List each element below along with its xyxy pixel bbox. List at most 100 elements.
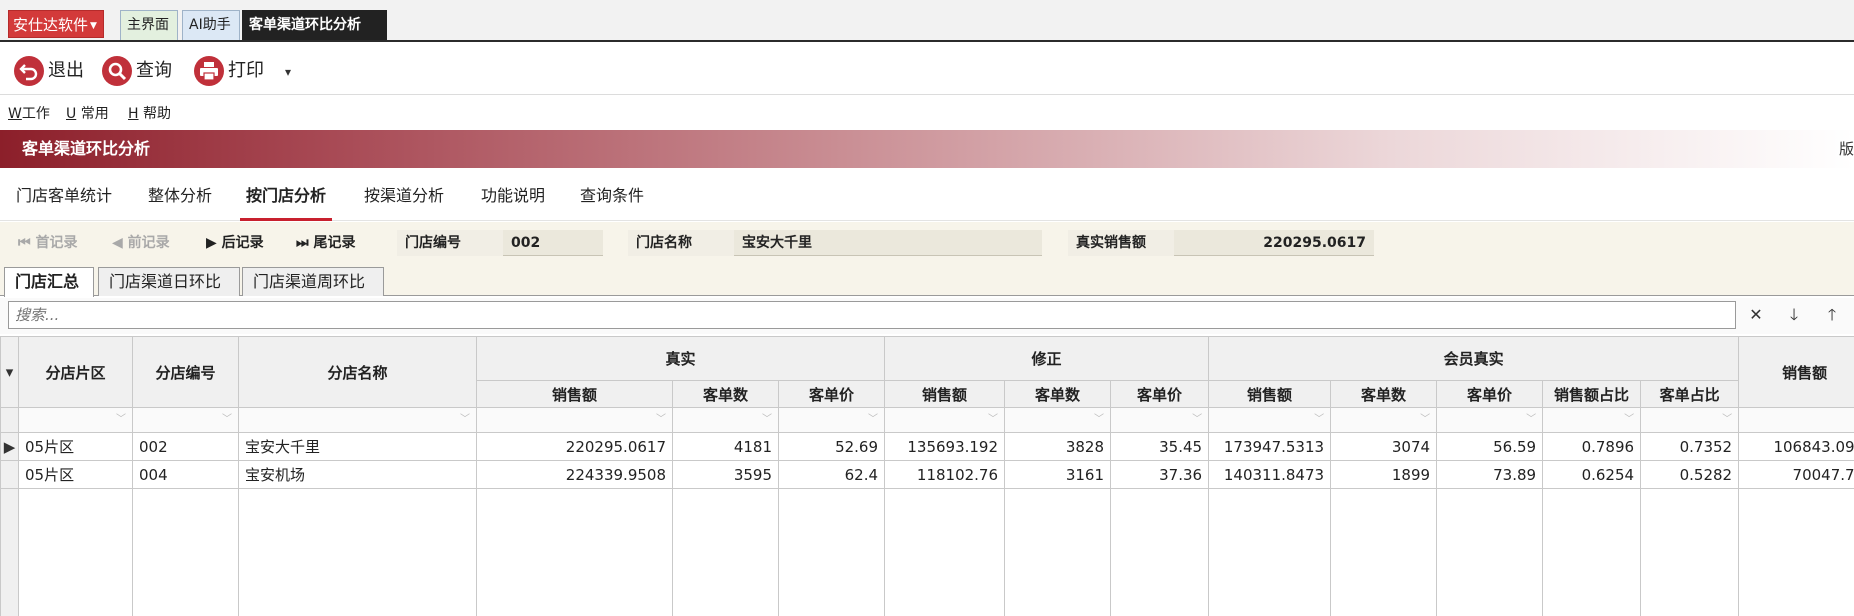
table-row[interactable]: 05片区 004 宝安机场 224339.9508 3595 62.4 1181… — [0, 460, 1854, 489]
tab-ai-assistant[interactable]: AI助手 — [182, 10, 240, 40]
cell-extra-sales[interactable]: 106843.092 — [1738, 432, 1854, 461]
filter-cell[interactable]: ﹀ — [1330, 407, 1438, 433]
header-store-name[interactable]: 分店名称 — [238, 336, 477, 408]
filter-cell[interactable]: ﹀ — [132, 407, 239, 433]
cell-fix-sales[interactable]: 135693.192 — [884, 432, 1006, 461]
filter-dropdown-icon: ﹀ — [1722, 414, 1733, 425]
exit-button[interactable]: 退出 — [14, 55, 84, 87]
header-district[interactable]: 分店片区 — [18, 336, 133, 408]
analysis-tabs: 门店客单统计 整体分析 按门店分析 按渠道分析 功能说明 查询条件 — [0, 170, 1854, 221]
cell-member-count[interactable]: 3074 — [1330, 432, 1438, 461]
cell-member-sales[interactable]: 173947.5313 — [1208, 432, 1332, 461]
cell-member-price[interactable]: 56.59 — [1436, 432, 1544, 461]
filter-cell[interactable]: ﹀ — [1738, 407, 1854, 433]
cell-real-price[interactable]: 62.4 — [777, 460, 886, 489]
sales-label: 真实销售额 — [1068, 230, 1174, 256]
empty-cell — [18, 488, 133, 616]
filter-cell[interactable]: ﹀ — [18, 407, 133, 433]
next-match-icon[interactable]: 🡓 — [1784, 304, 1804, 326]
cell-real-sales[interactable]: 220295.0617 — [476, 432, 673, 461]
row-indicator-header[interactable]: ▾ — [0, 336, 19, 408]
clear-search-icon[interactable]: ✕ — [1746, 304, 1766, 326]
search-input[interactable] — [8, 301, 1736, 329]
cell-district[interactable]: 05片区 — [18, 432, 133, 461]
empty-cell — [777, 488, 886, 616]
subtab-store-summary[interactable]: 门店汇总 — [4, 267, 94, 297]
cell-real-sales[interactable]: 224339.9508 — [476, 460, 673, 489]
cell-district[interactable]: 05片区 — [18, 460, 133, 489]
header-fix-count[interactable]: 客单数 — [1004, 380, 1112, 408]
cell-member-count-ratio[interactable]: 0.7352 — [1640, 432, 1740, 461]
first-record-button[interactable]: ⏮ 首记录 — [18, 232, 77, 254]
filter-cell[interactable]: ﹀ — [1004, 407, 1112, 433]
menu-item-work[interactable]: W工作 — [8, 100, 50, 128]
brand-menu-button[interactable]: 安仕达软件 ▼ — [8, 10, 104, 38]
header-real-count[interactable]: 客单数 — [672, 380, 779, 408]
header-member-sales[interactable]: 销售额 — [1208, 380, 1332, 408]
print-dropdown-icon[interactable]: ▾ — [285, 56, 291, 88]
search-row: ✕ 🡓 🡑 — [0, 298, 1854, 334]
header-member-count-ratio[interactable]: 客单占比 — [1640, 380, 1740, 408]
table-row[interactable]: ▶ 05片区 002 宝安大千里 220295.0617 4181 52.69 … — [0, 432, 1854, 461]
header-real-price[interactable]: 客单价 — [777, 380, 886, 408]
cell-real-count[interactable]: 3595 — [672, 460, 779, 489]
cell-fix-price[interactable]: 35.45 — [1110, 432, 1210, 461]
cell-fix-price[interactable]: 37.36 — [1110, 460, 1210, 489]
next-record-button[interactable]: ▶ 后记录 — [206, 232, 264, 254]
filter-cell[interactable]: ﹀ — [1640, 407, 1740, 433]
cell-real-price[interactable]: 52.69 — [777, 432, 886, 461]
tab-main[interactable]: 主界面 — [120, 10, 178, 40]
cell-fix-sales[interactable]: 118102.76 — [884, 460, 1006, 489]
tab-by-channel[interactable]: 按渠道分析 — [364, 182, 444, 218]
exit-icon — [14, 56, 44, 86]
header-member-sales-ratio[interactable]: 销售额占比 — [1542, 380, 1642, 408]
cell-fix-count[interactable]: 3161 — [1004, 460, 1112, 489]
cell-store-name[interactable]: 宝安机场 — [238, 460, 477, 489]
cell-fix-count[interactable]: 3828 — [1004, 432, 1112, 461]
filter-cell[interactable]: ﹀ — [1436, 407, 1544, 433]
filter-cell[interactable]: ﹀ — [476, 407, 673, 433]
filter-cell[interactable]: ﹀ — [1542, 407, 1642, 433]
cell-member-count-ratio[interactable]: 0.5282 — [1640, 460, 1740, 489]
header-extra-sales[interactable]: 销售额 — [1738, 336, 1854, 408]
filter-cell[interactable]: ﹀ — [238, 407, 477, 433]
menu-item-help[interactable]: H 帮助 — [128, 100, 171, 128]
tab-function-desc[interactable]: 功能说明 — [481, 182, 545, 218]
prev-match-icon[interactable]: 🡑 — [1822, 304, 1842, 326]
tab-query-conditions[interactable]: 查询条件 — [580, 182, 644, 218]
cell-member-sales[interactable]: 140311.8473 — [1208, 460, 1332, 489]
print-button[interactable]: 打印 — [194, 55, 264, 87]
header-member-count[interactable]: 客单数 — [1330, 380, 1438, 408]
tab-overall[interactable]: 整体分析 — [148, 182, 212, 218]
cell-member-sales-ratio[interactable]: 0.6254 — [1542, 460, 1642, 489]
header-fix-price[interactable]: 客单价 — [1110, 380, 1210, 408]
filter-cell[interactable]: ﹀ — [884, 407, 1006, 433]
tab-channel-analysis[interactable]: 客单渠道环比分析 — [242, 10, 387, 40]
cell-store-no[interactable]: 004 — [132, 460, 239, 489]
filter-cell[interactable]: ﹀ — [672, 407, 779, 433]
cell-member-count[interactable]: 1899 — [1330, 460, 1438, 489]
filter-cell[interactable]: ﹀ — [777, 407, 886, 433]
cell-store-no[interactable]: 002 — [132, 432, 239, 461]
header-fix-sales[interactable]: 销售额 — [884, 380, 1006, 408]
tab-by-store[interactable]: 按门店分析 — [240, 182, 333, 221]
cell-extra-sales[interactable]: 70047.76 — [1738, 460, 1854, 489]
filter-dropdown-icon: ﹀ — [1624, 414, 1635, 425]
cell-store-name[interactable]: 宝安大千里 — [238, 432, 477, 461]
cell-real-count[interactable]: 4181 — [672, 432, 779, 461]
cell-member-sales-ratio[interactable]: 0.7896 — [1542, 432, 1642, 461]
subtab-weekly-ratio[interactable]: 门店渠道周环比 — [242, 267, 384, 296]
prev-record-button[interactable]: ◀ 前记录 — [112, 232, 170, 254]
toolbar: 退出 查询 打印 ▾ — [0, 48, 1854, 95]
cell-member-price[interactable]: 73.89 — [1436, 460, 1544, 489]
tab-store-stats[interactable]: 门店客单统计 — [16, 182, 112, 218]
last-record-button[interactable]: ⏭ 尾记录 — [296, 232, 355, 254]
header-real-sales[interactable]: 销售额 — [476, 380, 673, 408]
query-button[interactable]: 查询 — [102, 55, 172, 87]
filter-cell[interactable]: ﹀ — [1110, 407, 1210, 433]
header-store-no[interactable]: 分店编号 — [132, 336, 239, 408]
menu-item-common[interactable]: U 常用 — [66, 100, 109, 128]
subtab-daily-ratio[interactable]: 门店渠道日环比 — [98, 267, 240, 296]
header-member-price[interactable]: 客单价 — [1436, 380, 1544, 408]
filter-cell[interactable]: ﹀ — [1208, 407, 1332, 433]
